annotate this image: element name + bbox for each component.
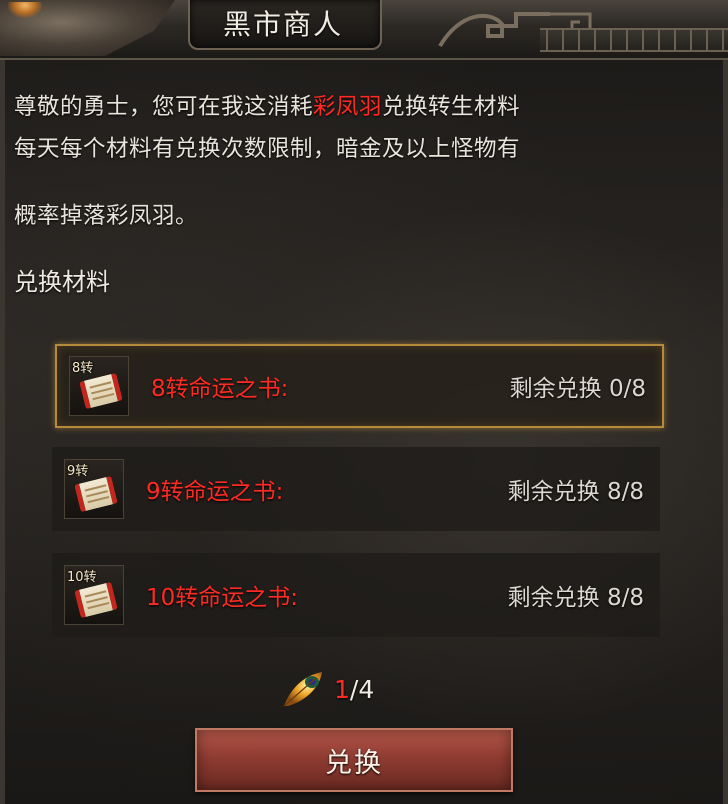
intro-line-1: 尊敬的勇士，您可在我这消耗彩凤羽兑换转生材料 [14,94,521,120]
item-name: 8转命运之书: [151,376,289,402]
remaining-count: 剩余兑换 8/8 [507,585,644,611]
phoenix-feather-icon [283,672,322,707]
exchange-item-8[interactable]: 8转 8转命运之书: 剩余兑换 0/8 [55,344,664,428]
scroll-icon: 8转 [69,356,129,416]
exchange-button[interactable]: 兑换 [195,728,513,792]
scroll-icon: 9转 [64,459,124,519]
section-title: 兑换材料 [14,268,110,296]
exchange-item-10[interactable]: 10转 10转命运之书: 剩余兑换 8/8 [52,553,660,637]
meander-border [540,28,728,52]
intro-line-3: 概率掉落彩凤羽。 [14,203,199,229]
cost-display: 1/4 [280,665,374,713]
item-name: 9转命运之书: [146,479,284,505]
tier-badge: 8转 [72,361,94,376]
tier-badge: 10转 [67,570,97,585]
cost-current: 1 [334,674,350,704]
tier-badge: 9转 [67,464,89,479]
remaining-count: 剩余兑换 8/8 [507,479,644,505]
intro-line-2: 每天每个材料有兑换次数限制，暗金及以上怪物有 [14,136,521,162]
scroll-icon: 10转 [64,565,124,625]
exchange-item-9[interactable]: 9转 9转命运之书: 剩余兑换 8/8 [52,447,660,531]
window-title: 黑市商人 [222,8,343,41]
currency-name-highlight: 彩凤羽 [313,94,383,120]
item-name: 10转命运之书: [146,585,299,611]
cost-total: /4 [349,674,375,704]
remaining-count: 剩余兑换 0/8 [509,376,646,402]
